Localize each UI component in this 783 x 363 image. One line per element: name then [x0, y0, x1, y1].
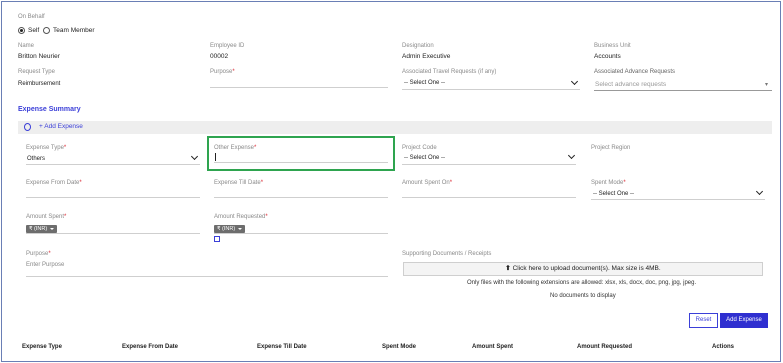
currency-dropdown-requested[interactable]: ₹ (INR): [214, 225, 246, 233]
request-type-value: Reimbursement: [18, 81, 61, 87]
radio-team-member[interactable]: [43, 27, 50, 34]
th-spent-mode: Spent Mode: [382, 344, 416, 350]
text-cursor: [215, 153, 216, 161]
travel-request-select[interactable]: -- Select One --: [404, 80, 445, 86]
reset-button[interactable]: Reset: [689, 313, 718, 328]
project-code-select[interactable]: -- Select One --: [404, 155, 445, 161]
currency-dropdown-spent[interactable]: ₹ (INR): [26, 225, 58, 233]
amount-requested-input[interactable]: [214, 233, 388, 234]
project-code-underline: [402, 164, 576, 165]
form-purpose-input[interactable]: Enter Purpose: [26, 262, 64, 268]
till-date-label: Expense Till Date*: [214, 180, 264, 186]
th-amount-requested: Amount Requested: [577, 344, 633, 350]
employee-id-value: 00002: [210, 53, 229, 60]
spent-mode-select[interactable]: -- Select One --: [593, 191, 634, 197]
purpose-input[interactable]: [210, 87, 388, 88]
th-till-date: Expense Till Date: [257, 344, 307, 350]
amount-spent-on-label: Amount Spent On*: [402, 180, 453, 186]
add-expense-link[interactable]: + Add Expense: [39, 123, 83, 130]
th-expense-type: Expense Type: [22, 344, 62, 350]
expense-summary-bar: [18, 121, 772, 134]
travel-request-underline: [402, 89, 580, 90]
designation-value: Admin Executive: [402, 53, 451, 60]
radio-team-member-label: Team Member: [53, 27, 95, 34]
upload-documents-button[interactable]: ⬆ Click here to upload document(s). Max …: [403, 262, 763, 276]
spent-mode-label: Spent Mode*: [591, 180, 626, 186]
info-circle-icon: [24, 123, 31, 131]
radio-self[interactable]: [18, 27, 25, 34]
expense-type-underline: [26, 164, 200, 165]
advance-request-select[interactable]: Select advance requests: [595, 81, 666, 88]
th-amount-spent: Amount Spent: [472, 344, 513, 350]
add-expense-button[interactable]: Add Expense: [720, 313, 768, 328]
from-date-input[interactable]: [26, 197, 200, 198]
amount-spent-input[interactable]: [26, 233, 200, 234]
expense-summary-title: Expense Summary: [18, 106, 81, 113]
external-link-icon[interactable]: [214, 236, 220, 242]
th-from-date: Expense From Date: [122, 344, 179, 350]
extensions-note: Only files with the following extensions…: [467, 280, 697, 286]
name-value: Britton Neurier: [18, 53, 60, 60]
employee-id-label: Employee ID: [210, 43, 245, 49]
upload-icon: ⬆: [505, 265, 513, 272]
radio-self-label: Self: [28, 27, 40, 34]
business-unit-label: Business Unit: [594, 43, 631, 49]
caret-down-icon: ▾: [765, 82, 769, 88]
business-unit-value: Accounts: [594, 53, 621, 60]
th-actions: Actions: [712, 344, 735, 350]
amount-spent-on-input[interactable]: [402, 197, 576, 198]
till-date-input[interactable]: [214, 197, 388, 198]
other-expense-highlight: [207, 136, 395, 171]
designation-label: Designation: [402, 43, 434, 49]
purpose-label: Purpose*: [210, 69, 235, 75]
advance-request-label: Associated Advance Requests: [594, 69, 676, 75]
request-type-label: Request Type: [18, 69, 55, 75]
form-purpose-label: Purpose*: [26, 251, 51, 257]
expense-type-select[interactable]: Others: [27, 156, 45, 162]
project-code-label: Project Code: [402, 145, 437, 151]
on-behalf-label: On Behalf: [18, 14, 45, 20]
no-documents-text: No documents to display: [550, 293, 616, 299]
supporting-docs-label: Supporting Documents / Receipts: [402, 251, 492, 257]
amount-requested-label: Amount Requested*: [214, 214, 268, 220]
form-purpose-underline: [26, 276, 388, 277]
travel-request-label: Associated Travel Requests (if any): [402, 69, 497, 75]
other-expense-input[interactable]: [214, 162, 388, 163]
expense-type-label: Expense Type*: [26, 145, 67, 151]
name-label: Name: [18, 43, 35, 49]
project-region-label: Project Region: [591, 145, 631, 151]
spent-mode-underline: [591, 199, 765, 200]
amount-spent-label: Amount Spent*: [26, 214, 67, 220]
page-frame: [1, 1, 781, 362]
from-date-label: Expense From Date*: [26, 180, 82, 186]
other-expense-label: Other Expense*: [214, 145, 257, 151]
advance-request-underline: [594, 90, 772, 91]
